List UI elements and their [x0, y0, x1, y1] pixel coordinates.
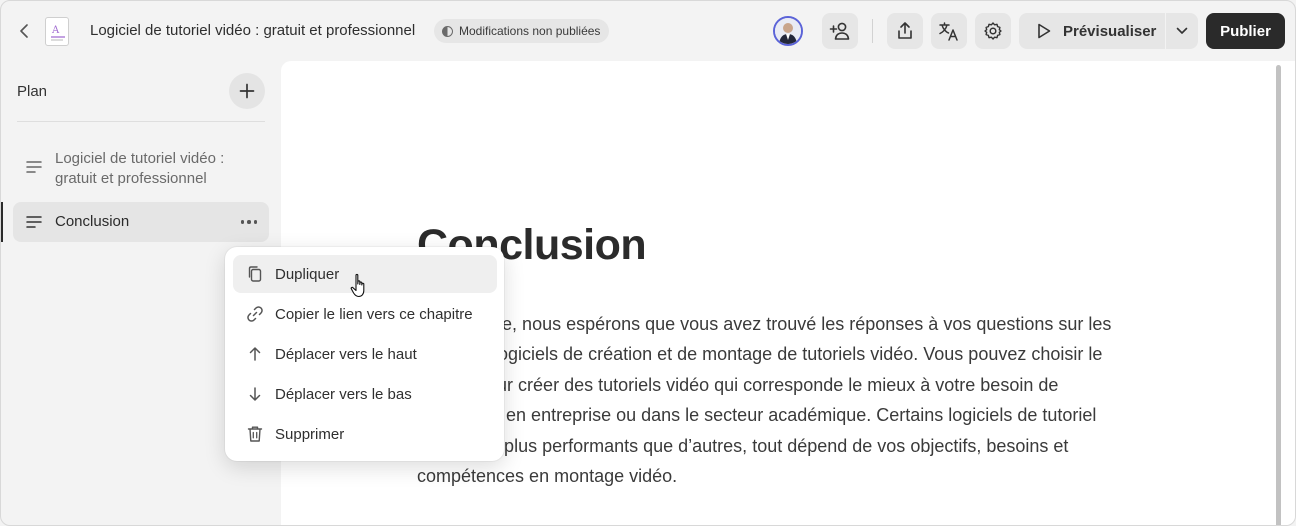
menu-item-delete[interactable]: Supprimer	[233, 415, 497, 453]
share-icon	[898, 22, 912, 39]
menu-item-label: Supprimer	[275, 425, 345, 443]
chevron-down-icon	[1176, 27, 1188, 34]
user-photo-icon	[775, 18, 801, 44]
translate-icon	[939, 22, 958, 41]
document-thumbnail[interactable]: A	[45, 17, 69, 46]
menu-item-move-down[interactable]: Déplacer vers le bas	[233, 375, 497, 413]
toolbar-divider	[872, 19, 873, 43]
preview-label: Prévisualiser	[1063, 22, 1157, 40]
ellipsis-dot	[253, 220, 258, 224]
link-icon	[245, 304, 265, 324]
add-collaborator-button[interactable]	[822, 13, 858, 49]
menu-item-label: Copier le lien vers ce chapitre	[275, 305, 473, 323]
preview-options-button[interactable]	[1166, 13, 1198, 49]
sidebar-item-chapter-1[interactable]: Logiciel de tutoriel vidéo : gratuit et …	[13, 144, 269, 196]
status-text: Modifications non publiées	[459, 24, 601, 38]
chevron-left-icon	[20, 24, 28, 38]
arrow-down-icon	[245, 384, 265, 404]
copy-icon	[245, 264, 265, 284]
sidebar-heading: Plan	[17, 83, 48, 100]
menu-item-label: Déplacer vers le haut	[275, 345, 417, 363]
menu-item-move-up[interactable]: Déplacer vers le haut	[233, 335, 497, 373]
top-bar: A Logiciel de tutoriel vidéo : gratuit e…	[1, 1, 1295, 61]
translate-button[interactable]	[931, 13, 967, 49]
scrollbar[interactable]	[1276, 65, 1281, 525]
svg-text:A: A	[51, 25, 60, 36]
text-lines-icon	[26, 216, 42, 228]
preview-button[interactable]: Prévisualiser	[1019, 13, 1165, 49]
hand-cursor-icon	[350, 273, 365, 298]
gear-icon	[984, 22, 1002, 40]
arrow-up-icon	[245, 344, 265, 364]
add-user-icon	[829, 22, 850, 40]
menu-item-label: Déplacer vers le bas	[275, 385, 412, 403]
active-indicator	[1, 202, 3, 242]
settings-button[interactable]	[975, 13, 1011, 49]
text-lines-icon	[26, 161, 42, 173]
back-button[interactable]	[15, 21, 35, 41]
more-options-button[interactable]	[237, 210, 261, 234]
status-badge: Modifications non publiées	[434, 19, 610, 43]
publish-button[interactable]: Publier	[1206, 13, 1285, 49]
menu-item-copy-link[interactable]: Copier le lien vers ce chapitre	[233, 295, 497, 333]
chapter-body[interactable]: En conclure, nous espérons que vous avez…	[417, 309, 1137, 491]
sidebar-item-label: Logiciel de tutoriel vidéo : gratuit et …	[55, 150, 225, 187]
sidebar-divider	[17, 121, 265, 122]
sidebar-item-conclusion[interactable]: Conclusion	[13, 202, 269, 242]
document-title[interactable]: Logiciel de tutoriel vidéo : gratuit et …	[90, 22, 415, 39]
plus-icon	[239, 83, 255, 99]
share-button[interactable]	[887, 13, 923, 49]
menu-item-label: Dupliquer	[275, 265, 340, 283]
avatar[interactable]	[773, 16, 803, 46]
ellipsis-icon	[240, 220, 245, 224]
half-circle-icon	[442, 25, 453, 37]
play-icon	[1038, 23, 1051, 39]
trash-icon	[245, 424, 265, 444]
add-chapter-button[interactable]	[229, 73, 265, 109]
document-logo-icon: A	[51, 25, 65, 41]
sidebar-item-label: Conclusion	[55, 213, 130, 230]
app-window: A Logiciel de tutoriel vidéo : gratuit e…	[0, 0, 1296, 526]
ellipsis-dot	[247, 220, 251, 224]
